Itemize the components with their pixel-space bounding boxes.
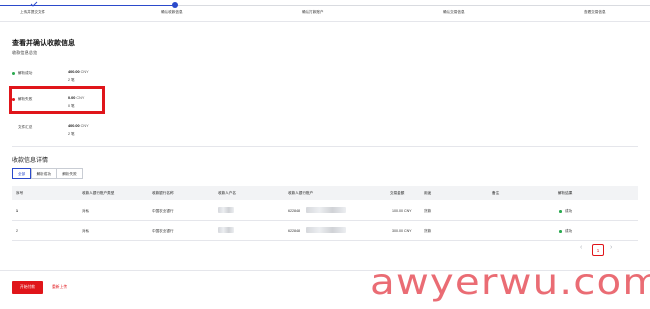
column-header: 收款人银行账户类型: [82, 190, 115, 195]
account-number: 622848: [288, 209, 300, 213]
bank-name: 中国农业银行: [152, 209, 174, 213]
amount: 100.00 CNY: [392, 209, 412, 213]
footer-divider: [0, 270, 650, 271]
parse-result: 成功: [565, 229, 573, 233]
start-payment-button[interactable]: 开始付款: [12, 281, 43, 294]
summary-count: 2 笔: [68, 78, 75, 82]
column-header: 备注: [492, 190, 500, 195]
chevron-right-icon[interactable]: ›: [610, 244, 612, 251]
redacted-account: [306, 227, 346, 233]
summary-label: 文件汇总: [18, 125, 33, 129]
redacted-account: [306, 207, 346, 213]
stepper-line-pending: [175, 5, 650, 6]
column-header: 解析结果: [558, 190, 573, 195]
reupload-button[interactable]: 重新上传: [52, 281, 67, 294]
step-upload: 上传并提交文件: [20, 10, 46, 14]
step-view-transaction: 查看交易信息: [584, 10, 606, 14]
account-type: 对私: [82, 209, 90, 213]
filter-tabs: 全部 解析成功 解析失败: [12, 168, 83, 179]
progress-stepper: 上传并提交文件 确认收款信息 确认打款账户 确认交易信息 查看交易信息: [0, 0, 650, 20]
redacted-name: [218, 227, 234, 233]
header-divider: [0, 21, 650, 22]
amount: 300.00 CNY: [392, 229, 412, 233]
account-type: 对私: [82, 229, 90, 233]
success-dot-icon: [559, 210, 562, 213]
step-confirm-receipt: 确认收款信息: [161, 10, 183, 14]
column-header: 收款银行名称: [152, 190, 174, 195]
redacted-name: [218, 207, 234, 213]
section-divider: [12, 146, 638, 147]
purpose: 货款: [424, 209, 432, 213]
success-dot-icon: [12, 72, 15, 75]
parse-result: 成功: [565, 209, 573, 213]
table-header: 序号 收款人银行账户类型 收款银行名称 收款人户名 收款人银行账户 交易金额 用…: [12, 186, 638, 200]
annotation-highlight-box: [9, 86, 105, 114]
column-header: 交易金额: [390, 190, 405, 195]
summary-label: 解析成功: [18, 71, 33, 75]
tab-success[interactable]: 解析成功: [30, 168, 57, 179]
page-number-button[interactable]: 1: [592, 244, 604, 256]
summary-amount: 400.00CNY: [68, 124, 89, 128]
account-number: 622848: [288, 229, 300, 233]
column-header: 收款人户名: [218, 190, 236, 195]
column-header: 序号: [16, 190, 24, 195]
table-row: 2 对私 中国农业银行 622848 300.00 CNY 货款 成功: [12, 222, 638, 240]
watermark-logo: awyerwu.com: [370, 262, 650, 303]
check-icon: [30, 1, 38, 7]
chevron-left-icon[interactable]: ‹: [580, 244, 582, 251]
tab-failed[interactable]: 解析失败: [56, 168, 83, 179]
summary-heading: 收款信息总览: [12, 50, 38, 55]
row-divider: [12, 240, 638, 241]
table-row: 1 对私 中国农业银行 622848 100.00 CNY 货款 成功: [12, 202, 638, 220]
step-confirm-account: 确认打款账户: [302, 10, 324, 14]
row-index: 1: [16, 209, 18, 213]
pagination: ‹ 1 ›: [580, 244, 630, 257]
row-index: 2: [16, 229, 18, 233]
step-confirm-transaction: 确认交易信息: [443, 10, 465, 14]
payment-confirmation-page: 上传并提交文件 确认收款信息 确认打款账户 确认交易信息 查看交易信息 查看并确…: [0, 0, 650, 309]
success-dot-icon: [559, 230, 562, 233]
column-header: 用途: [424, 190, 432, 195]
column-header: 收款人银行账户: [288, 190, 314, 195]
tab-all[interactable]: 全部: [12, 168, 32, 179]
row-divider: [12, 220, 638, 221]
summary-amount: 400.00CNY: [68, 70, 89, 74]
current-step-dot: [172, 2, 178, 8]
bank-name: 中国农业银行: [152, 229, 174, 233]
stepper-line-complete: [0, 5, 175, 6]
purpose: 货款: [424, 229, 432, 233]
page-title: 查看并确认收款信息: [12, 40, 75, 47]
details-heading: 收款信息详情: [12, 158, 49, 164]
summary-count: 2 笔: [68, 132, 75, 136]
